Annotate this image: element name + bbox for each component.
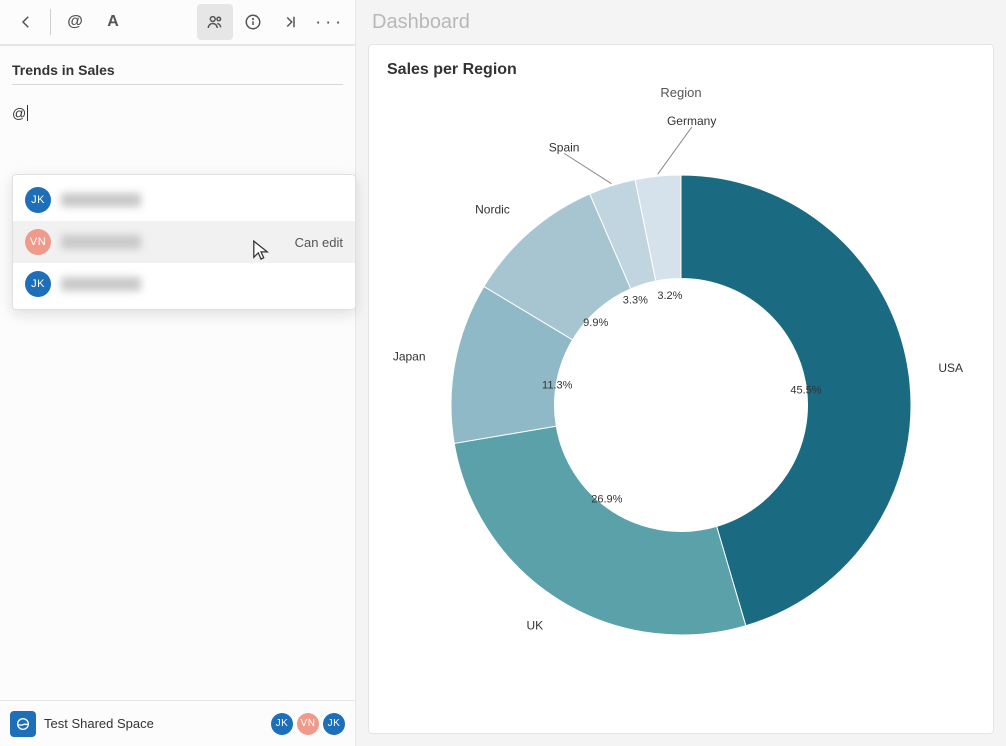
chart-category-label: USA [938,361,963,375]
chart-value-label: 11.3% [542,379,573,391]
user-name-obscured [61,235,141,249]
chart-value-label: 3.3% [623,295,648,307]
chart-leader-line [564,153,611,183]
chart-category-label: Nordic [475,202,510,216]
page-title: Dashboard [372,11,470,34]
chart-value-label: 9.9% [583,317,608,329]
chart-slice-uk[interactable] [454,426,746,635]
chart-category-label: UK [527,618,544,632]
info-button[interactable] [235,4,271,40]
chart-leader-line [658,127,692,174]
avatar: JK [25,187,51,213]
main-header: Dashboard [356,0,1006,44]
chart-category-label: Japan [393,350,426,364]
avatar[interactable]: JK [323,713,345,735]
text-tool-button[interactable]: A [95,4,131,40]
chart-category-label: Spain [549,140,580,154]
chart-category-label: Germany [667,114,716,128]
avatar[interactable]: VN [297,713,319,735]
footer-avatar-stack: JKVNJK [271,713,345,735]
collapse-right-icon [282,13,300,31]
mention-input-value: @ [12,105,26,121]
chart-card: Sales per Region Region USA 45.5% UK 26.9% J… [368,44,994,734]
share-users-button[interactable] [197,4,233,40]
app-root: @ A · · · Trends in Sales @ [0,0,1006,746]
text-caret [27,105,28,121]
chart-value-label: 45.5% [790,384,821,396]
permission-label: Can edit [295,235,343,250]
side-footer: Test Shared Space JKVNJK [0,700,355,746]
mention-dropdown-item[interactable]: JK [13,263,355,305]
back-button[interactable] [8,4,44,40]
chevron-left-icon [17,13,35,31]
side-panel: @ A · · · Trends in Sales @ [0,0,356,746]
side-body: Trends in Sales @ JK VN Can edit JK [0,46,355,700]
info-icon [244,13,262,31]
mention-user-dropdown: JK VN Can edit JK [12,174,356,310]
toolbar-divider [50,9,51,35]
chart-value-label: 3.2% [657,290,682,302]
mention-tool-button[interactable]: @ [57,4,93,40]
donut-chart: USA45.5%UK26.9%Japan11.3%Nordic9.9%Spain… [401,125,961,685]
more-button[interactable]: · · · [311,4,347,40]
users-icon [206,13,224,31]
avatar: VN [25,229,51,255]
section-title: Trends in Sales [12,62,343,85]
user-name-obscured [61,277,141,291]
mention-dropdown-item[interactable]: VN Can edit [13,221,355,263]
space-icon[interactable] [10,711,36,737]
mention-dropdown-item[interactable]: JK [13,179,355,221]
mention-input[interactable]: @ [12,105,343,121]
side-toolbar: @ A · · · [0,0,355,46]
chart-title: Sales per Region [387,61,975,79]
user-name-obscured [61,193,141,207]
avatar[interactable]: JK [271,713,293,735]
collapse-button[interactable] [273,4,309,40]
main-panel: Dashboard Sales per Region Region USA 45.… [356,0,1006,746]
chart-value-label: 26.9% [591,494,622,506]
chart-legend-title: Region [660,85,701,100]
avatar: JK [25,271,51,297]
space-name: Test Shared Space [44,716,154,731]
space-globe-icon [15,716,31,732]
